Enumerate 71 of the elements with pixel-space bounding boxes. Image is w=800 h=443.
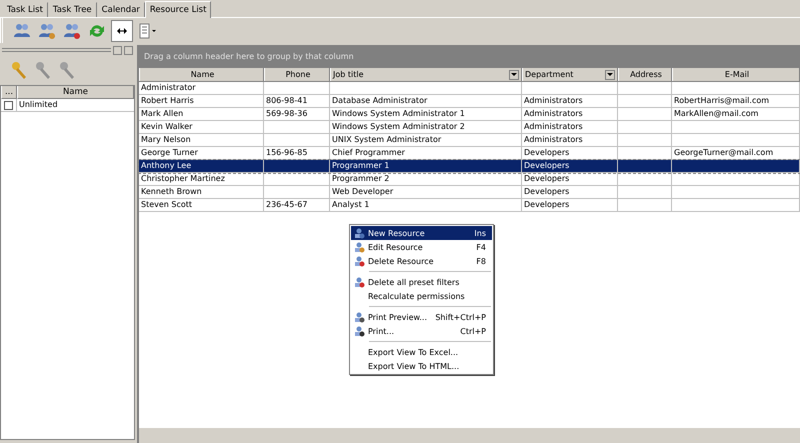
menu-item[interactable]: Export View To HTML...: [351, 359, 492, 373]
table-cell: Developers: [522, 173, 618, 185]
column-header[interactable]: Name: [17, 86, 134, 99]
table-cell: 806-98-41: [264, 95, 330, 107]
table-cell: Programmer 2: [330, 173, 522, 185]
filter-dropdown-icon[interactable]: [509, 70, 519, 80]
column-header[interactable]: Phone: [264, 68, 330, 81]
table-cell: Mary Nelson: [139, 134, 264, 146]
column-header[interactable]: ...: [1, 86, 17, 99]
table-cell: Administrator: [139, 82, 264, 94]
table-cell: Administrators: [522, 95, 618, 107]
tab[interactable]: Resource List: [144, 1, 212, 18]
table-row[interactable]: Kevin Walker Windows System Administrator 2 Administrators: [139, 121, 800, 134]
table-cell: UNIX System Administrator: [330, 134, 522, 146]
table-cell: MarkAllen@mail.com: [672, 108, 800, 120]
document-icon: [138, 22, 156, 38]
table-cell: Administrators: [522, 134, 618, 146]
table-cell: Windows System Administrator 2: [330, 121, 522, 133]
menu-item[interactable]: Delete Resource F8: [351, 254, 492, 268]
table-row[interactable]: Mark Allen 569-98-36 Windows System Administrator 1 Administrators MarkAllen@mail.com: [139, 108, 800, 121]
column-header[interactable]: Address: [618, 68, 672, 81]
table-cell: Christopher Martinez: [139, 173, 264, 185]
column-header[interactable]: Job title: [330, 68, 522, 81]
table-cell-text: Unlimited: [18, 99, 58, 111]
fit-columns-button[interactable]: [111, 20, 133, 42]
arrows-icon: [117, 28, 127, 34]
table-cell: Mark Allen: [139, 108, 264, 120]
table-cell: Administrators: [522, 121, 618, 133]
menu-item[interactable]: Print Preview... Shift+Ctrl+P: [351, 310, 492, 324]
table-row[interactable]: Steven Scott 236-45-67 Analyst 1 Developers: [139, 199, 800, 212]
menu-item[interactable]: Export View To Excel...: [351, 345, 492, 359]
table-cell: Web Developer: [330, 186, 522, 198]
table-row[interactable]: Robert Harris 806-98-41 Database Administrator Administrators RobertHarris@mail.com: [139, 95, 800, 108]
table-cell: Windows System Administrator 1: [330, 108, 522, 120]
column-header[interactable]: E-Mail: [672, 68, 800, 81]
table-row[interactable]: George Turner 156-96-85 Chief Programmer Developers GeorgeTurner@mail.com: [139, 147, 800, 160]
table-cell: Kevin Walker: [139, 121, 264, 133]
column-header[interactable]: Department: [522, 68, 618, 81]
table-cell: Developers: [522, 186, 618, 198]
menu-item[interactable]: Print... Ctrl+P: [351, 324, 492, 338]
table-cell: Programmer 1: [330, 160, 522, 172]
table-row[interactable]: Mary Nelson UNIX System Administrator Administrators: [139, 134, 800, 147]
menu-item[interactable]: Delete all preset filters: [351, 275, 492, 289]
table-cell: Analyst 1: [330, 199, 522, 211]
people-icon: [13, 22, 31, 40]
table-cell: Developers: [522, 199, 618, 211]
table-cell: RobertHarris@mail.com: [672, 95, 800, 107]
table-row[interactable]: Kenneth Brown Web Developer Developers: [139, 186, 800, 199]
menu-item[interactable]: Recalculate permissions: [351, 289, 492, 303]
table-cell: Anthony Lee: [139, 160, 264, 172]
table-cell: Robert Harris: [139, 95, 264, 107]
checkbox[interactable]: [4, 100, 13, 110]
table-row[interactable]: Anthony Lee Programmer 1 Developers: [139, 160, 800, 173]
table-row[interactable]: Christopher Martinez Programmer 2 Developers: [139, 173, 800, 186]
column-header[interactable]: Name: [139, 68, 264, 81]
table-cell: 569-98-36: [264, 108, 330, 120]
tab[interactable]: Calendar: [96, 2, 145, 17]
people-icon: [63, 22, 81, 40]
people-icon: [38, 22, 56, 40]
table-row[interactable]: Administrator: [139, 82, 800, 95]
table-cell: Kenneth Brown: [139, 186, 264, 198]
group-hint: Drag a column header here to group by that column: [144, 52, 354, 61]
filter-dropdown-icon[interactable]: [605, 70, 615, 80]
menu-item[interactable]: New Resource Ins: [351, 226, 492, 240]
person-icon: [354, 228, 364, 238]
table-cell: Database Administrator: [330, 95, 522, 107]
table-cell: Administrators: [522, 108, 618, 120]
table-cell: 236-45-67: [264, 199, 330, 211]
table-cell: Developers: [522, 160, 618, 172]
menu-item[interactable]: Edit Resource F4: [351, 240, 492, 254]
table-cell: Steven Scott: [139, 199, 264, 211]
